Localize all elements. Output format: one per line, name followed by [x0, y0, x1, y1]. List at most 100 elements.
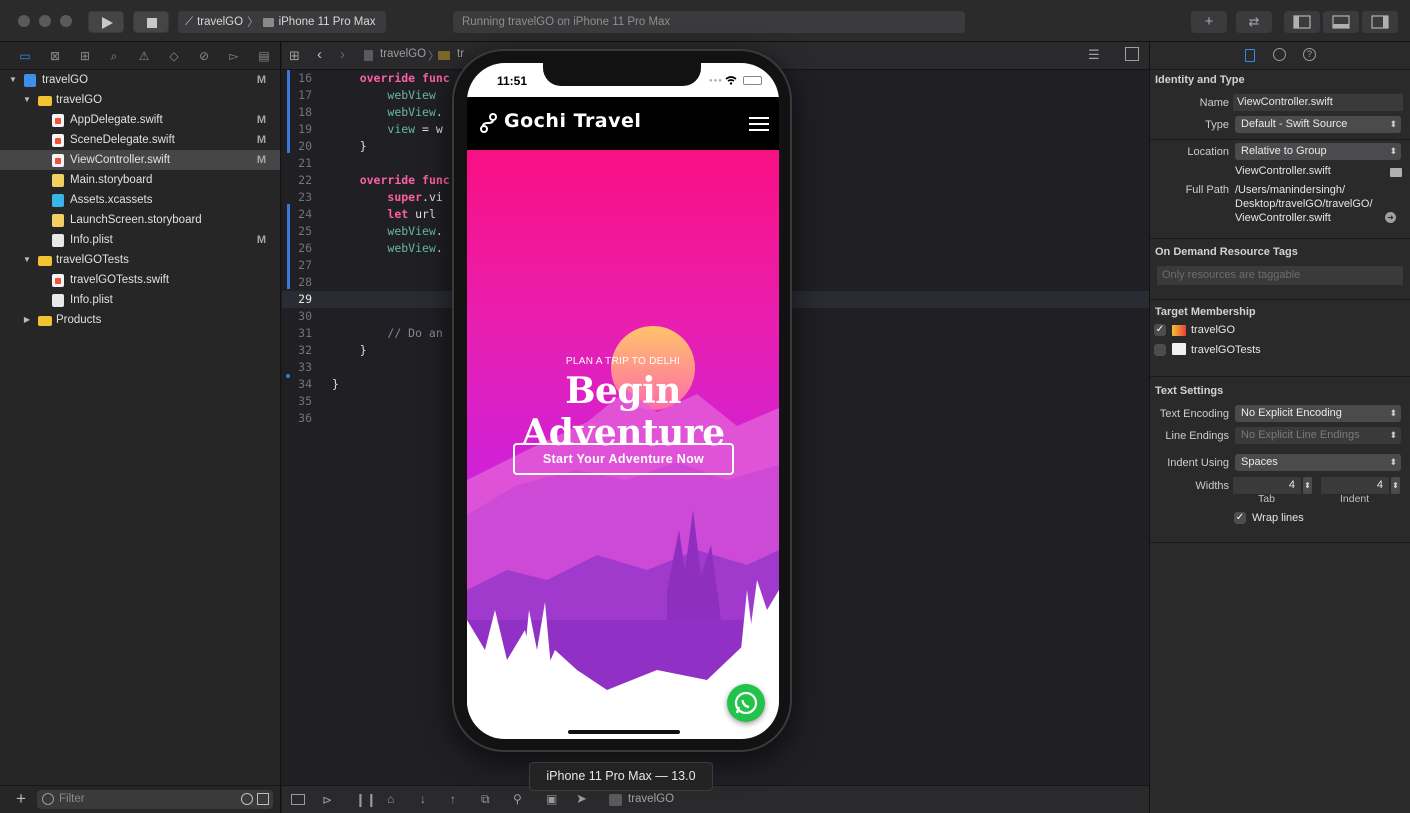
indent-width-stepper[interactable]: ⬍ [1391, 477, 1400, 494]
related-items-icon[interactable]: ⊞ [289, 48, 300, 64]
add-file-button[interactable]: + [16, 789, 26, 809]
file-tree-row[interactable]: Info.plist M [0, 230, 280, 250]
symbol-icon[interactable]: ⊞ [78, 49, 92, 63]
target-travelgotests-checkbox[interactable] [1154, 344, 1166, 356]
name-field[interactable]: ViewController.swift [1233, 94, 1403, 111]
filter-placeholder: Filter [59, 793, 85, 805]
file-tree-row[interactable]: AppDelegate.swift M [0, 110, 280, 130]
step-over-icon[interactable]: ⌂ [387, 792, 394, 806]
disclosure-open-icon[interactable]: ▼ [22, 250, 32, 270]
line-number: 35 [298, 394, 312, 408]
code-text: } [332, 343, 367, 357]
device-icon [262, 17, 274, 27]
run-button[interactable] [88, 11, 124, 33]
folder-icon [38, 96, 52, 106]
indent-using-value: Spaces [1241, 456, 1278, 468]
indent-width-field[interactable]: 4 [1321, 477, 1389, 494]
library-button[interactable]: + [1191, 11, 1227, 33]
memory-graph-icon[interactable]: ⚲ [513, 792, 522, 806]
scm-status-badge: M [256, 114, 266, 126]
file-tree-label: Assets.xcassets [70, 194, 153, 206]
file-tree-row[interactable]: ▶ Products [0, 310, 280, 330]
toggle-inspector-button[interactable] [1362, 11, 1398, 33]
report-icon[interactable]: ▤ [257, 49, 271, 63]
file-tree-row[interactable]: ▼ travelGO [0, 90, 280, 110]
file-tree-row[interactable]: ▼ travelGO M [0, 70, 280, 90]
scm-filter-icon[interactable] [257, 793, 269, 805]
widths-label: Widths [1195, 480, 1229, 492]
reveal-arrow-icon[interactable]: ➜ [1385, 212, 1396, 223]
toggle-debug-area-button[interactable] [1323, 11, 1359, 33]
start-adventure-button[interactable]: Start Your Adventure Now [513, 443, 734, 475]
encoding-popup[interactable]: No Explicit Encoding ⬍ [1235, 405, 1401, 422]
toggle-console-icon[interactable] [291, 794, 305, 805]
indent-using-popup[interactable]: Spaces ⬍ [1235, 454, 1401, 471]
scm-status-badge: M [256, 74, 266, 86]
iphone-simulator: 11:51 ●●● PLAN A TRIP TO DELHI Begin Adv… [452, 49, 792, 752]
jump-bar-group[interactable]: tr [457, 48, 464, 60]
folder-icon[interactable]: ▭ [18, 49, 32, 63]
disclosure-open-icon[interactable]: ▼ [8, 70, 18, 90]
debug-icon[interactable]: ⊘ [197, 49, 211, 63]
file-tree-row[interactable]: LaunchScreen.storyboard [0, 210, 280, 230]
disclosure-open-icon[interactable]: ▼ [22, 90, 32, 110]
file-tree-row[interactable]: Assets.xcassets [0, 190, 280, 210]
step-out-icon[interactable]: ↑ [450, 792, 456, 806]
source-control-icon[interactable]: ⊠ [48, 49, 62, 63]
target-travelgo-checkbox[interactable]: ✓ [1154, 324, 1166, 336]
pause-icon[interactable]: ❙❙ [355, 792, 377, 808]
file-tree-row[interactable]: Main.storyboard [0, 170, 280, 190]
warning-icon[interactable]: ⚠ [137, 49, 151, 63]
file-tree-row[interactable]: travelGOTests.swift [0, 270, 280, 290]
disclosure-closed-icon[interactable]: ▶ [22, 310, 32, 330]
breakpoint-icon[interactable]: ▻ [227, 49, 241, 63]
scheme-project-label: travelGO [197, 16, 244, 28]
simulator-device-label: iPhone 11 Pro Max — 13.0 [529, 762, 713, 791]
location-popup[interactable]: Relative to Group ⬍ [1235, 143, 1401, 160]
wrap-lines-checkbox[interactable]: ✓ [1234, 512, 1246, 524]
indent-using-label: Indent Using [1167, 457, 1229, 469]
scheme-selector[interactable]: ⟋ travelGO 〉 iPhone 11 Pro Max [178, 11, 386, 33]
type-popup[interactable]: Default - Swift Source ⬍ [1235, 116, 1401, 133]
add-editor-icon[interactable] [1125, 47, 1139, 61]
whatsapp-button[interactable] [727, 684, 765, 722]
location-icon[interactable]: ➤ [576, 791, 587, 807]
view-hierarchy-icon[interactable]: ⧉ [481, 792, 490, 807]
jump-bar-project[interactable]: travelGO [380, 48, 426, 60]
editor-options-icon[interactable]: ☰ [1088, 47, 1100, 63]
file-tree-row[interactable]: ▼ travelGOTests [0, 250, 280, 270]
minimize-window-button[interactable] [39, 15, 51, 27]
line-endings-value: No Explicit Line Endings [1241, 429, 1360, 441]
back-icon[interactable]: ‹ [317, 46, 322, 63]
toggle-navigator-button[interactable] [1284, 11, 1320, 33]
file-tree-label: Products [56, 314, 102, 326]
close-window-button[interactable] [18, 15, 30, 27]
code-review-button[interactable]: ⇄ [1236, 11, 1272, 33]
step-into-icon[interactable]: ↓ [420, 792, 426, 806]
code-text: webView. [387, 224, 443, 238]
recent-files-icon[interactable] [241, 793, 253, 805]
filter-input[interactable]: Filter [37, 790, 273, 809]
simulator-screen[interactable]: 11:51 ●●● PLAN A TRIP TO DELHI Begin Adv… [467, 63, 779, 739]
help-icon[interactable]: ? [1303, 48, 1316, 61]
zoom-window-button[interactable] [60, 15, 72, 27]
hamburger-menu-icon[interactable] [749, 117, 769, 131]
home-indicator[interactable] [568, 730, 680, 734]
file-tree-row[interactable]: ViewController.swift M [0, 150, 280, 170]
tab-width-field[interactable]: 4 [1233, 477, 1301, 494]
forward-icon[interactable]: › [340, 46, 345, 63]
search-icon[interactable]: ⌕ [107, 49, 121, 63]
test-icon[interactable]: ◇ [167, 49, 181, 63]
history-icon[interactable] [1273, 48, 1286, 61]
folder-icon[interactable] [1390, 168, 1402, 177]
line-endings-popup[interactable]: No Explicit Line Endings ⬍ [1235, 427, 1401, 444]
breakpoints-icon[interactable]: ⊳ [322, 793, 332, 807]
file-tree-row[interactable]: Info.plist [0, 290, 280, 310]
environment-icon[interactable]: ▣ [546, 792, 557, 806]
stop-button[interactable] [133, 11, 169, 33]
file-icon[interactable] [1245, 49, 1255, 62]
tab-width-stepper[interactable]: ⬍ [1303, 477, 1312, 494]
file-tree-row[interactable]: SceneDelegate.swift M [0, 130, 280, 150]
navigator-tab-bar: ▭ ⊠ ⊞ ⌕ ⚠ ◇ ⊘ ▻ ▤ [0, 42, 280, 70]
chevron-updown-icon: ⬍ [1389, 146, 1397, 156]
